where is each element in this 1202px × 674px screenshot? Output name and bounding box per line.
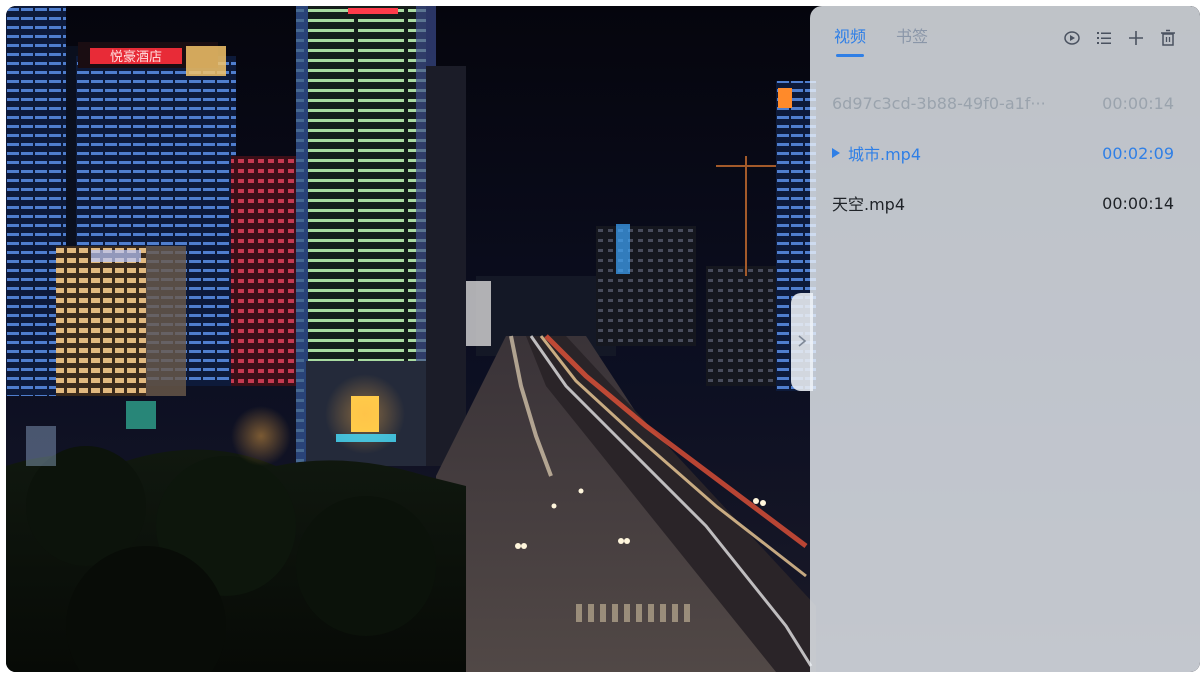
playlist-item-name: 城市.mp4 bbox=[848, 145, 922, 164]
list-order-icon[interactable] bbox=[1094, 28, 1114, 48]
playlist-item-name: 6d97c3cd-3b88-49f0-a1f··· bbox=[832, 93, 1046, 113]
now-playing-icon bbox=[832, 148, 840, 158]
hotel-sign: 悦豪酒店 bbox=[110, 49, 162, 65]
playlist-item-duration: 00:00:14 bbox=[1102, 193, 1174, 213]
chevron-right-icon bbox=[797, 333, 807, 352]
tab-videos[interactable]: 视频 bbox=[834, 27, 866, 57]
loop-mode-icon[interactable] bbox=[1062, 28, 1082, 48]
playlist: 6d97c3cd-3b88-49f0-a1f··· 00:00:14 城市.mp… bbox=[810, 78, 1200, 228]
playlist-item-duration: 00:00:14 bbox=[1102, 93, 1174, 113]
playlist-item[interactable]: 天空.mp4 00:00:14 bbox=[810, 178, 1200, 228]
playlist-item-name: 天空.mp4 bbox=[832, 195, 906, 214]
video-player-window: 悦豪酒店 视频 书签 6d97c3cd-3b88-49f0-a1f··· 00:… bbox=[6, 6, 1200, 672]
add-icon[interactable] bbox=[1126, 28, 1146, 48]
playlist-item-duration: 00:02:09 bbox=[1102, 143, 1174, 163]
delete-icon[interactable] bbox=[1158, 28, 1178, 48]
playlist-item[interactable]: 6d97c3cd-3b88-49f0-a1f··· 00:00:14 bbox=[810, 78, 1200, 128]
playlist-panel: 视频 书签 6d97c3cd-3b88-49f0-a1f··· 00:00:14… bbox=[810, 6, 1200, 672]
playlist-item-playing[interactable]: 城市.mp4 00:02:09 bbox=[810, 128, 1200, 178]
playlist-item-name-wrap: 城市.mp4 bbox=[832, 141, 1082, 165]
playlist-tabs: 视频 书签 bbox=[834, 27, 928, 57]
tab-bookmarks[interactable]: 书签 bbox=[896, 27, 928, 57]
playlist-toolbar bbox=[1062, 28, 1178, 48]
